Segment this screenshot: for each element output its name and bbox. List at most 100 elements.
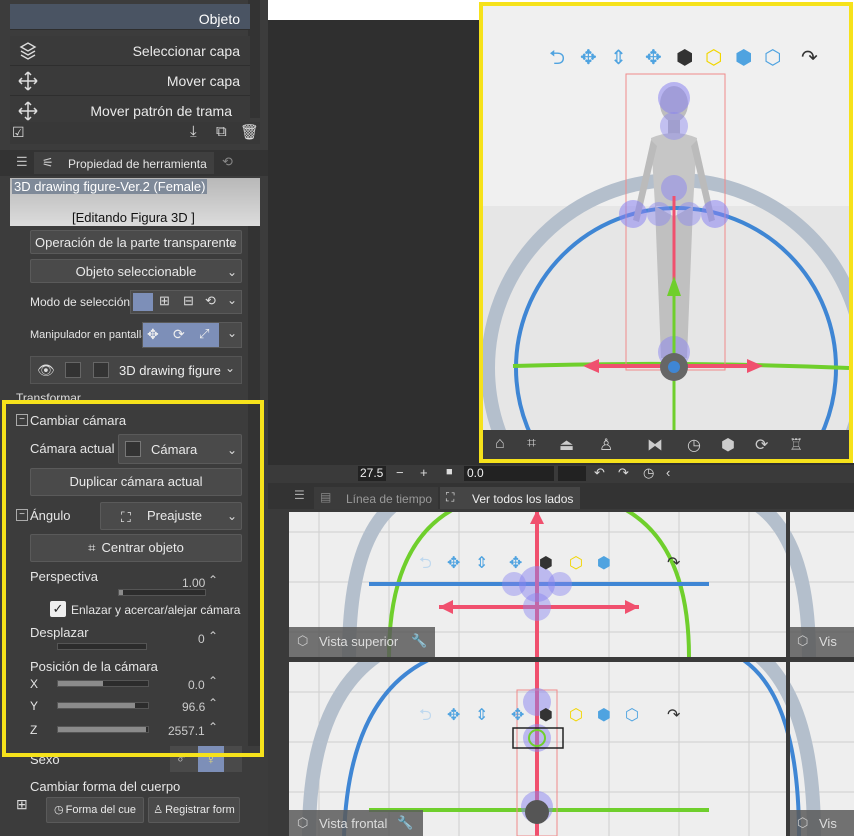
redo-icon[interactable]: ↷ (618, 465, 629, 481)
top-view-label: Vista superior (319, 634, 399, 649)
timeline-icon: ▤ (320, 490, 332, 504)
move-icon (18, 71, 38, 91)
select-new-icon[interactable] (133, 293, 153, 311)
eye-icon[interactable]: 👁 (37, 362, 55, 379)
wrench-icon[interactable]: 🔧 (411, 633, 427, 649)
svg-text:✥: ✥ (447, 705, 460, 724)
select-toggle-icon[interactable]: ⟲ (205, 293, 216, 309)
svg-text:⮌: ⮌ (419, 705, 432, 724)
frame-value[interactable]: 27.5 (358, 466, 386, 481)
selectable-object-select[interactable]: Objeto seleccionable ⌄ (30, 259, 242, 283)
undo-icon[interactable]: ↶ (594, 465, 605, 481)
layer-name: 3D drawing figure (119, 363, 221, 378)
svg-text:⬢: ⬢ (539, 553, 553, 572)
menu-icon[interactable]: ☰ (294, 488, 305, 502)
chevron-down-icon[interactable]: ⌄ (227, 293, 237, 307)
tab-tool-property[interactable]: ⚟ Propiedad de herramienta (34, 152, 214, 174)
transform-section[interactable]: Transformar (16, 391, 81, 400)
manipulator-label: Manipulador en pantalla (30, 329, 148, 341)
top-view-label-box: ⬡ Vista superior 🔧 (289, 627, 435, 657)
wrench-icon[interactable]: 🔧 (397, 815, 413, 831)
tool-item-select-layer[interactable]: Seleccionar capa (10, 36, 250, 66)
select-subtract-icon[interactable]: ⊟ (183, 293, 194, 309)
svg-text:⬢: ⬢ (539, 705, 553, 724)
svg-text:✥: ✥ (447, 553, 460, 572)
tool-item-move-tone-label: Mover patrón de trama (90, 103, 232, 119)
svg-text:⮌: ⮌ (419, 553, 432, 572)
time-field[interactable] (558, 466, 586, 481)
layer-row[interactable]: 👁 3D drawing figure ⌄ (30, 356, 242, 384)
chevron-down-icon: ⌄ (226, 265, 237, 279)
tab-timeline[interactable]: ▤ Línea de tiempo (314, 487, 438, 509)
front-right-view-label: Vis (819, 816, 837, 831)
reset-icon[interactable]: ⟲ (222, 154, 233, 170)
transparent-operation-value: Operación de la parte transparente (35, 235, 237, 250)
tool-item-move-layer-label: Mover capa (166, 73, 240, 89)
body-shape-button[interactable]: ◷ Forma del cue (46, 797, 144, 823)
front-right-view-label-box: ⬡ Vis (789, 810, 854, 836)
move-tone-icon (18, 101, 38, 121)
transparent-operation-select[interactable]: Operación de la parte transparente ⌄ (30, 230, 242, 254)
layer-lock-box[interactable] (93, 362, 109, 378)
duplicate-icon[interactable]: ⧉ (216, 123, 227, 140)
register-shape-button[interactable]: ♙ Registrar form (148, 797, 240, 823)
tool-settings-icon[interactable]: ☑ (12, 124, 25, 141)
top-view[interactable]: ⮌ ✥ ⇕ ✥ ⬢ ⬡ ⬢ ↷ ⬡ Vista superior 🔧 ⬡ Vis (289, 512, 854, 657)
chevron-left-icon[interactable]: ‹ (666, 465, 670, 480)
cube-icon: ⬡ (797, 633, 809, 648)
move-icon[interactable]: ✥ (147, 326, 159, 343)
svg-text:↷: ↷ (667, 553, 681, 572)
menu-icon[interactable]: ☰ (16, 154, 28, 170)
expand-icon[interactable]: ⊞ (16, 796, 28, 813)
tool-item-move-layer[interactable]: Mover capa (10, 66, 250, 96)
clock-icon[interactable]: ◷ (643, 465, 654, 481)
editing-label: [Editando Figura 3D ] (72, 210, 195, 225)
tab-tool-property-label: Propiedad de herramienta (68, 157, 207, 171)
minus-icon[interactable]: − (396, 465, 404, 480)
tool-list-footer: ☑ ⤓ ⧉ 🗑 (10, 122, 260, 144)
tool-item-select-layer-label: Seleccionar capa (132, 43, 240, 59)
views-vertical-divider (786, 512, 790, 836)
front-view-label-box: ⬡ Vista frontal 🔧 (289, 810, 423, 836)
scale-icon[interactable]: ⤢ (199, 326, 209, 342)
canvas-background (268, 20, 479, 465)
chevron-down-icon[interactable]: ⌄ (225, 361, 235, 375)
tab-all-sides[interactable]: ⛶ Ver todos los lados (440, 487, 580, 509)
chevron-down-icon: ⌄ (226, 236, 237, 250)
download-icon[interactable]: ⤓ (190, 123, 197, 140)
svg-text:⬢: ⬢ (597, 705, 611, 724)
stop-icon[interactable]: ■ (446, 466, 453, 478)
clock-icon: ◷ (54, 804, 64, 816)
front-view[interactable]: ⮌ ✥ ⇕ ✥ ⬢ ⬡ ⬢ ⬡ ↷ ⬡ Vista frontal 🔧 ⬡ Vi… (289, 662, 854, 836)
cube-icon: ⬡ (797, 815, 809, 830)
bottom-left-gutter (268, 509, 289, 836)
cube-icon: ⬡ (297, 633, 309, 648)
camera-icon: ⛶ (446, 490, 455, 504)
trash-icon[interactable]: 🗑 (240, 123, 259, 141)
svg-text:⬡: ⬡ (625, 705, 639, 724)
body-shape-button-label: Forma del cue (65, 804, 136, 816)
svg-text:⇕: ⇕ (475, 705, 488, 724)
tab-all-sides-label: Ver todos los lados (472, 492, 574, 506)
svg-text:⇕: ⇕ (475, 553, 488, 572)
svg-text:↷: ↷ (667, 705, 681, 724)
figure-name: 3D drawing figure-Ver.2 (Female) (12, 179, 208, 194)
front-view-label: Vista frontal (319, 816, 388, 831)
manipulator-buttons: ✥ ⟳ ⤢ ⌄ (142, 322, 242, 348)
svg-text:⬡: ⬡ (569, 705, 583, 724)
layer-checkbox[interactable] (65, 362, 81, 378)
svg-text:⬢: ⬢ (597, 553, 611, 572)
timeline-controls: 27.5 − + ■ 0.0 ↶ ↷ ◷ ‹ (268, 465, 854, 483)
zero-value[interactable]: 0.0 (464, 466, 554, 481)
bottom-tabs: ☰ ▤ Línea de tiempo ⛶ Ver todos los lado… (268, 483, 854, 509)
chevron-down-icon[interactable]: ⌄ (227, 326, 237, 340)
rotate-icon[interactable]: ⟳ (173, 326, 185, 343)
tool-item-object[interactable]: Objeto (10, 4, 250, 30)
select-add-icon[interactable]: ⊞ (159, 293, 170, 309)
sliders-icon: ⚟ (42, 155, 54, 170)
plus-icon[interactable]: + (420, 465, 428, 480)
camera-highlight-box (2, 400, 264, 757)
select-layer-icon (19, 42, 37, 60)
figure-preview: 3D drawing figure-Ver.2 (Female) [Editan… (10, 178, 260, 226)
selectable-object-value: Objeto seleccionable (75, 264, 197, 279)
